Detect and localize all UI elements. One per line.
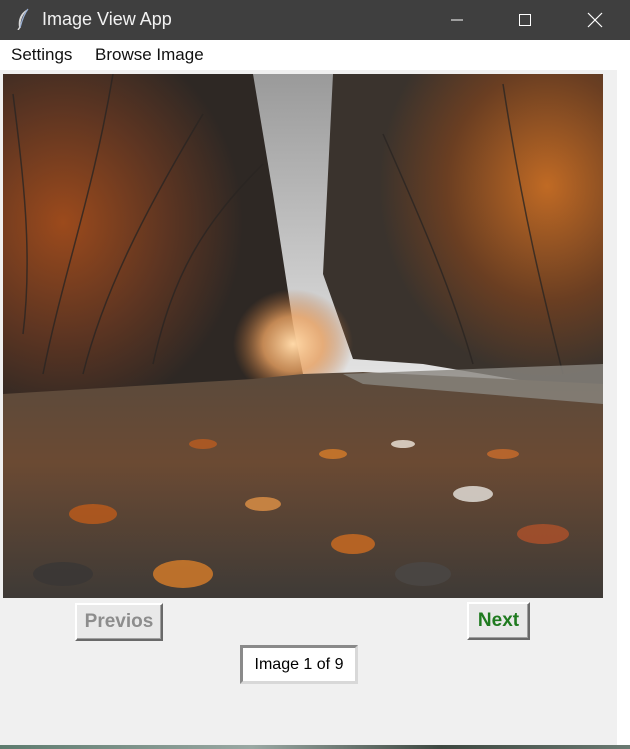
- autumn-forest-path-photo: [3, 74, 603, 598]
- maximize-button[interactable]: [490, 0, 560, 40]
- menu-settings[interactable]: Settings: [9, 45, 74, 65]
- close-icon: [587, 12, 603, 28]
- previous-button[interactable]: Previos: [75, 603, 163, 641]
- menu-bar: Settings Browse Image: [0, 40, 630, 70]
- minimize-icon: [451, 19, 463, 21]
- window-right-edge: [617, 70, 630, 749]
- next-button[interactable]: Next: [467, 602, 530, 640]
- title-bar[interactable]: Image View App: [0, 0, 630, 40]
- close-button[interactable]: [560, 0, 630, 40]
- menu-browse-image[interactable]: Browse Image: [93, 45, 206, 65]
- taskbar-edge: [0, 745, 630, 749]
- maximize-icon: [519, 14, 531, 26]
- feather-icon: [14, 8, 32, 31]
- window-title: Image View App: [42, 9, 172, 29]
- minimize-button[interactable]: [422, 0, 492, 40]
- image-counter-status: Image 1 of 9: [240, 645, 358, 684]
- image-display: [3, 74, 603, 598]
